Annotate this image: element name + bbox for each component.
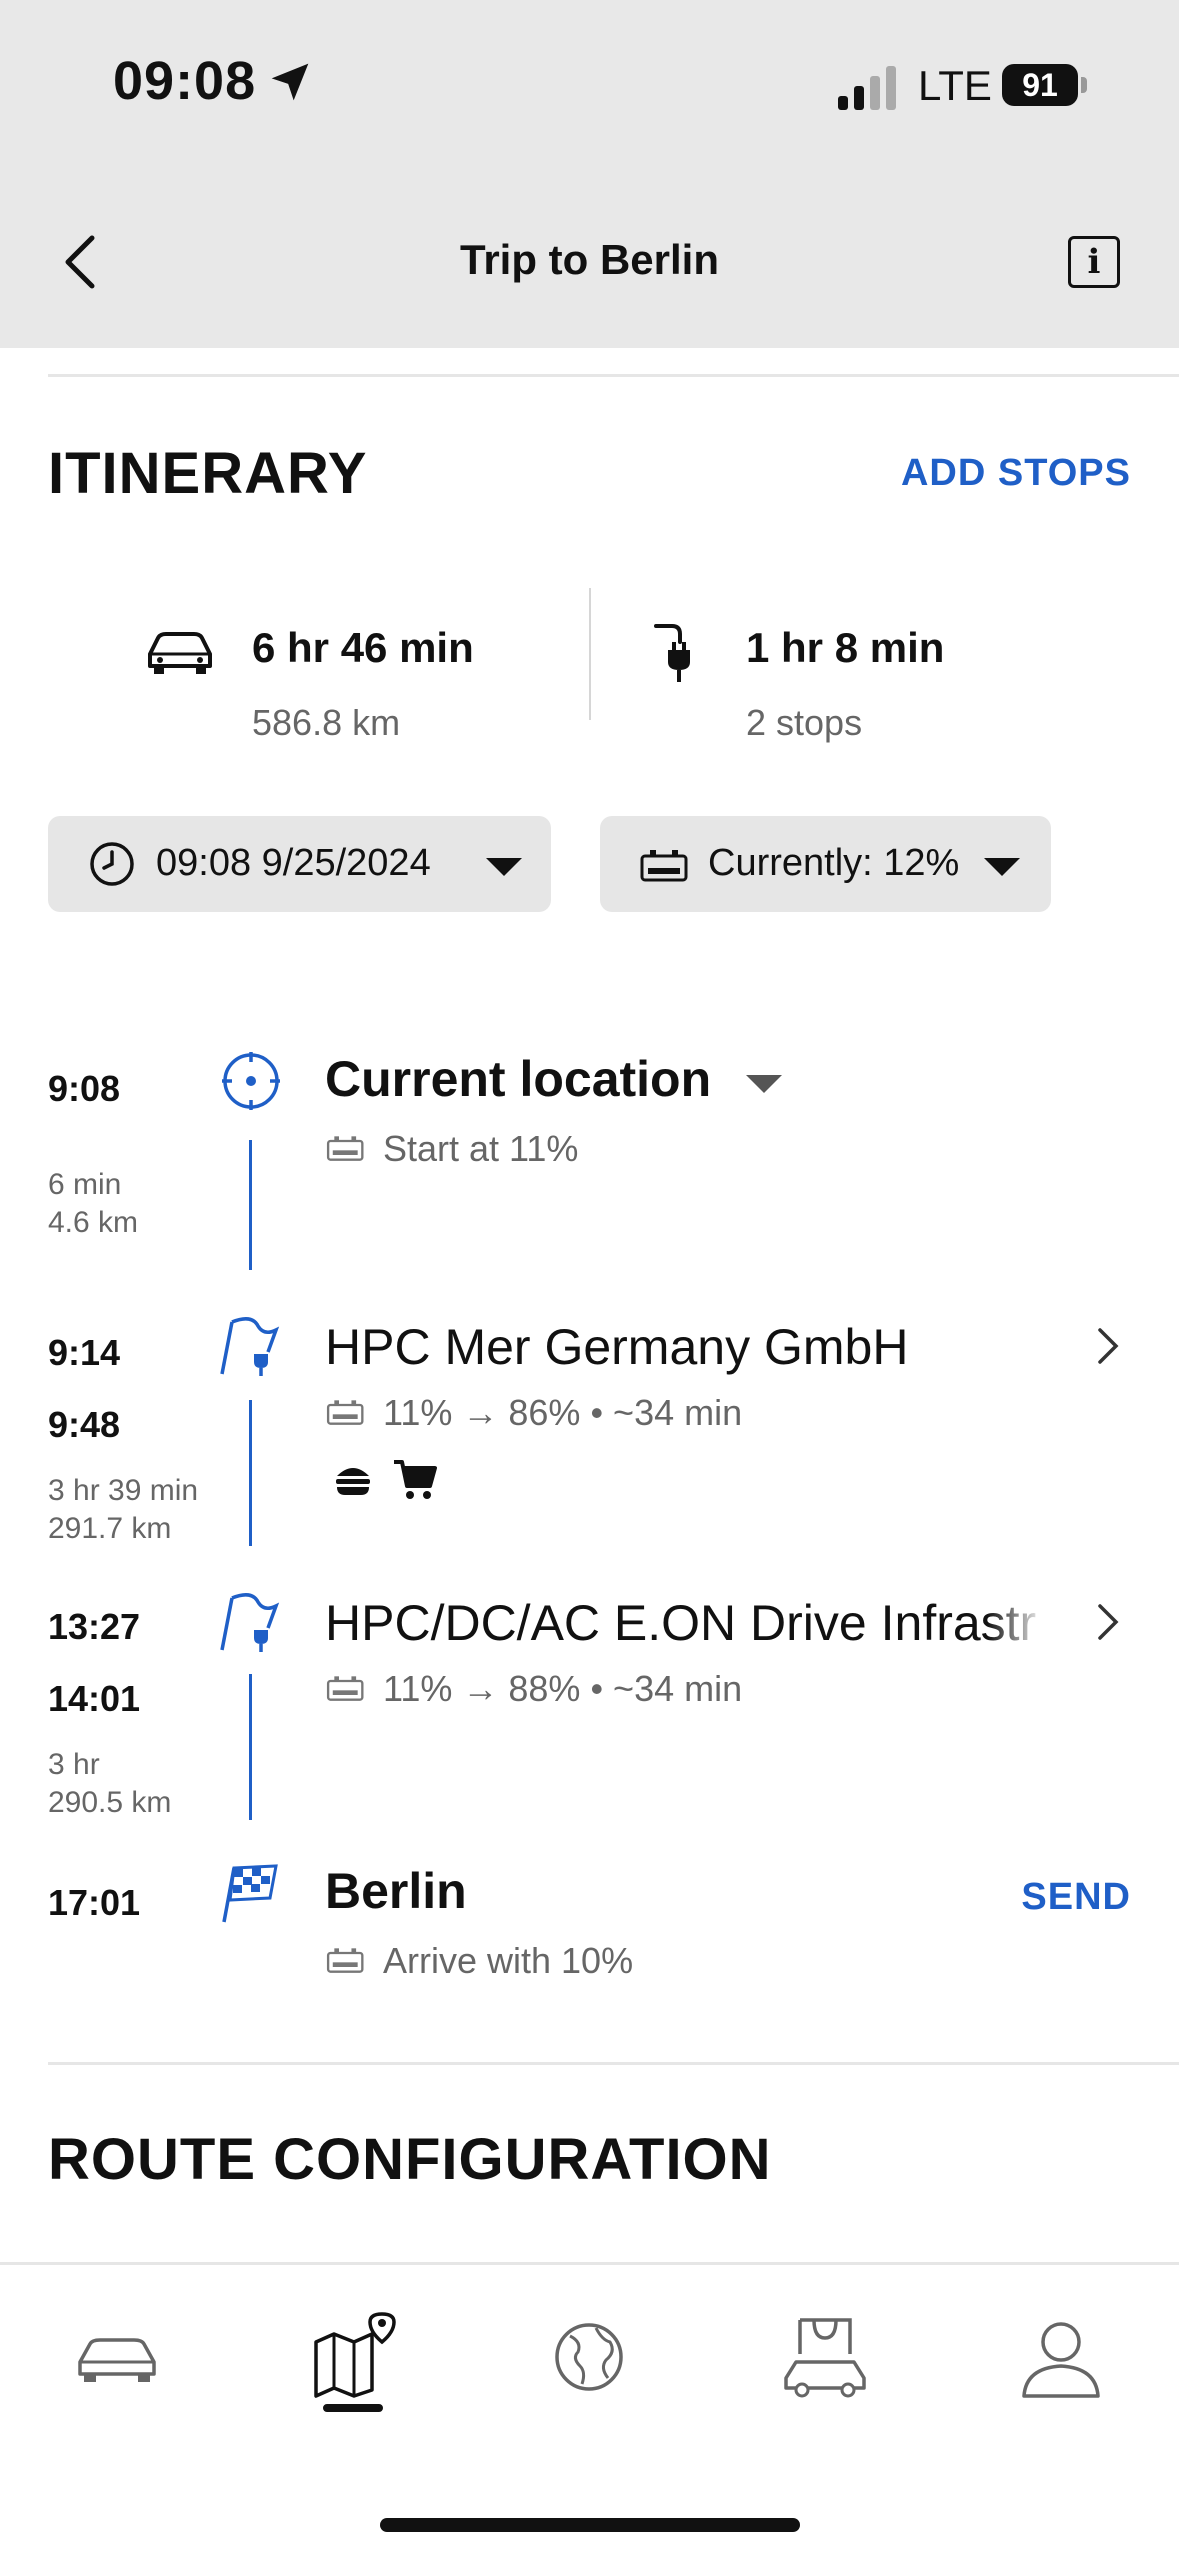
profile-icon[interactable] bbox=[1016, 2312, 1106, 2402]
battery-nub bbox=[1081, 77, 1087, 93]
departure-time: 9:48 bbox=[48, 1404, 121, 1445]
battery-charge-icon bbox=[326, 1948, 364, 1973]
battery-charge-icon bbox=[326, 1400, 364, 1425]
leg-distance: 290.5 km bbox=[48, 1786, 172, 1819]
battery-charge-icon bbox=[326, 1676, 364, 1701]
arrival-battery: Arrive with 10% bbox=[383, 1940, 634, 1981]
car-icon[interactable] bbox=[72, 2312, 162, 2402]
food-icon bbox=[336, 1468, 370, 1495]
battery-icon: 91 bbox=[1002, 64, 1078, 106]
charging-plug-icon bbox=[654, 624, 690, 682]
active-tab-indicator bbox=[323, 2404, 383, 2412]
info-icon[interactable]: i bbox=[1068, 236, 1120, 288]
stop-name[interactable]: HPC Mer Germany GmbH bbox=[325, 1318, 1065, 1376]
tab-bar bbox=[0, 2262, 1179, 2559]
destination-name[interactable]: Berlin bbox=[325, 1862, 467, 1920]
stop-name[interactable]: HPC/DC/AC E.ON Drive Infrastr bbox=[325, 1594, 1045, 1652]
departure-time: 14:01 bbox=[48, 1678, 141, 1719]
summary-separator bbox=[589, 588, 591, 720]
drive-distance: 586.8 km bbox=[252, 702, 401, 743]
page-title: Trip to Berlin bbox=[459, 236, 719, 283]
itinerary-title: ITINERARY bbox=[48, 441, 368, 506]
arrival-time: 13:27 bbox=[48, 1606, 141, 1647]
leg-duration: 3 hr bbox=[48, 1748, 100, 1781]
stop-time: 9:08 bbox=[48, 1068, 121, 1109]
chevron-down-icon bbox=[486, 858, 522, 876]
add-stops-button[interactable]: ADD STOPS bbox=[901, 452, 1131, 495]
route-line bbox=[249, 1400, 252, 1546]
clock-icon bbox=[90, 842, 134, 886]
route-line bbox=[249, 1140, 252, 1270]
map-pin-icon[interactable] bbox=[308, 2312, 398, 2402]
charging-stops: 2 stops bbox=[746, 702, 863, 743]
checkered-flag-icon bbox=[222, 1864, 278, 1923]
location-arrow-icon bbox=[271, 63, 309, 101]
divider bbox=[48, 2062, 1179, 2065]
charge-summary: 11% → 86% • ~34 min bbox=[383, 1392, 743, 1433]
shop-car-icon[interactable] bbox=[780, 2312, 870, 2402]
car-icon bbox=[148, 632, 212, 674]
charging-duration: 1 hr 8 min bbox=[746, 624, 945, 671]
battery-level-value: Currently: 12% bbox=[708, 842, 960, 884]
arrival-time: 17:01 bbox=[48, 1882, 141, 1923]
carrier-label: LTE bbox=[918, 62, 992, 109]
leg-duration: 3 hr 39 min bbox=[48, 1474, 199, 1507]
stop-battery: Start at 11% bbox=[383, 1128, 579, 1169]
signal-icon bbox=[838, 66, 896, 110]
departure-time-value: 09:08 9/25/2024 bbox=[156, 842, 431, 884]
charging-station-flag-icon bbox=[220, 1317, 280, 1376]
battery-charge-icon bbox=[326, 1136, 364, 1161]
charging-station-flag-icon bbox=[220, 1593, 280, 1652]
chevron-down-icon[interactable] bbox=[746, 1075, 782, 1093]
drive-duration: 6 hr 46 min bbox=[252, 624, 474, 671]
battery-charge-icon bbox=[640, 850, 688, 882]
route-configuration-title[interactable]: ROUTE CONFIGURATION bbox=[48, 2126, 772, 2193]
chevron-right-icon[interactable] bbox=[1096, 1602, 1120, 1642]
globe-icon[interactable] bbox=[544, 2312, 634, 2402]
divider bbox=[48, 374, 1179, 377]
status-time: 09:08 bbox=[113, 51, 257, 111]
chevron-down-icon bbox=[984, 858, 1020, 876]
route-line bbox=[249, 1674, 252, 1820]
send-button[interactable]: SEND bbox=[1021, 1876, 1131, 1919]
shopping-cart-icon bbox=[394, 1460, 437, 1499]
home-indicator[interactable] bbox=[380, 2518, 800, 2532]
stop-name[interactable]: Current location bbox=[325, 1050, 711, 1108]
current-location-icon bbox=[222, 1052, 280, 1110]
arrival-time: 9:14 bbox=[48, 1332, 121, 1373]
leg-distance: 4.6 km bbox=[48, 1206, 139, 1239]
charge-summary: 11% → 88% • ~34 min bbox=[383, 1668, 743, 1709]
leg-distance: 291.7 km bbox=[48, 1512, 172, 1545]
chevron-right-icon[interactable] bbox=[1096, 1326, 1120, 1366]
leg-duration: 6 min bbox=[48, 1168, 122, 1201]
